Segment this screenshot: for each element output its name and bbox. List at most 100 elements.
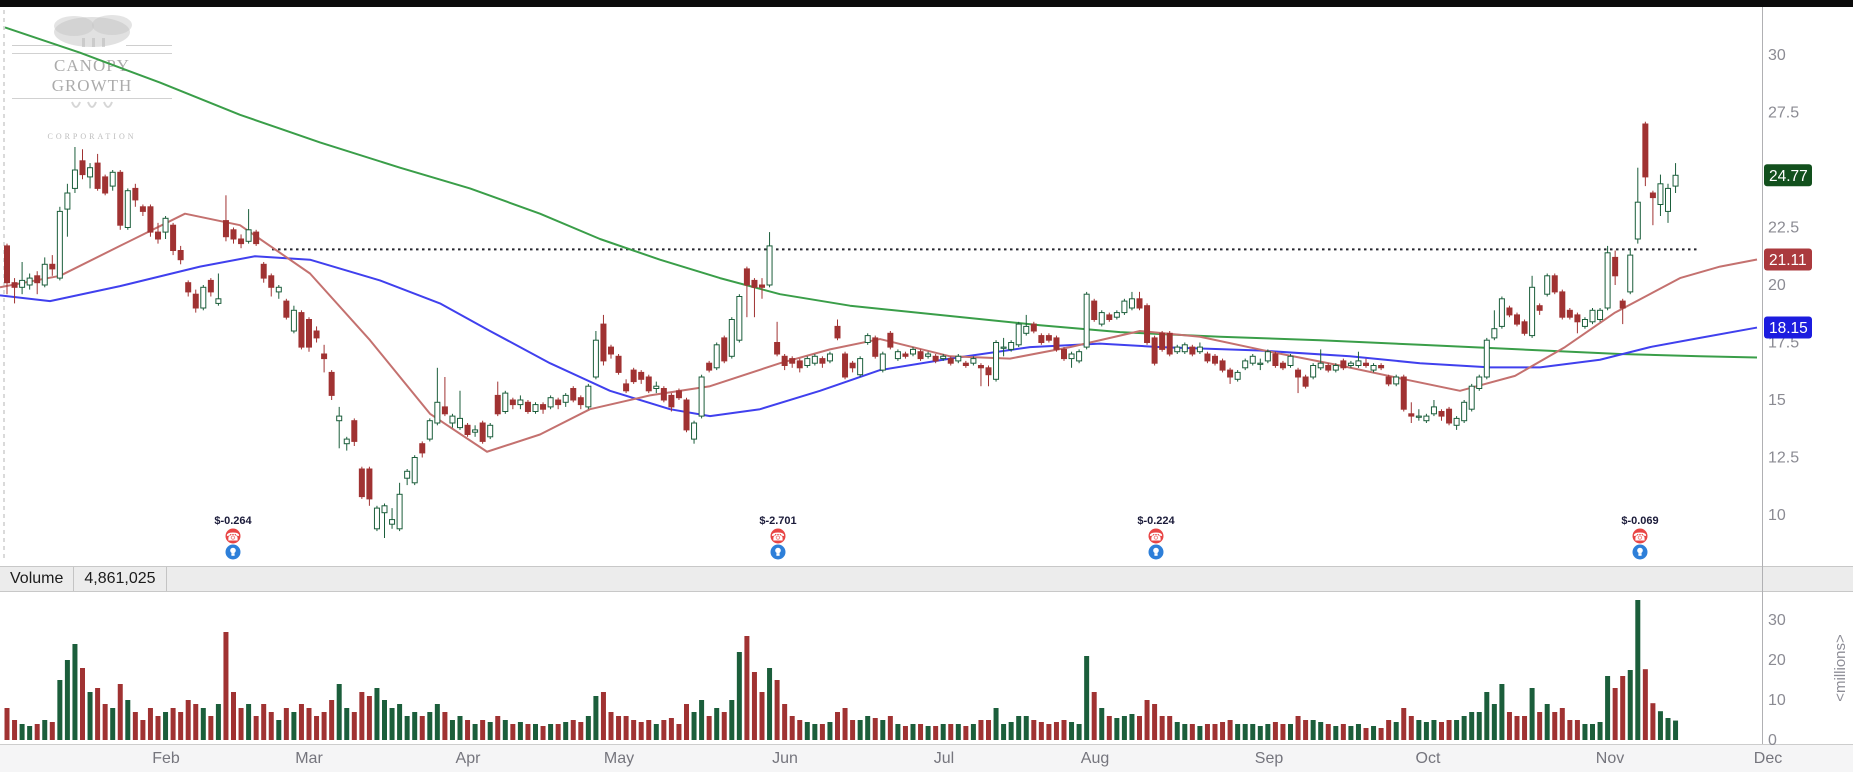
volume-bar	[1393, 722, 1399, 740]
month-label-oct[interactable]: Oct	[1416, 750, 1441, 767]
candle-body	[351, 420, 358, 442]
candle-body	[1053, 337, 1060, 350]
candle-body	[1483, 339, 1490, 378]
candle-body	[1212, 355, 1218, 364]
volume-bar	[699, 700, 705, 740]
volume-bar	[963, 726, 969, 740]
candle-body	[562, 394, 569, 403]
chart-canvas[interactable]: $-0.264 ☎ $-2.701 ☎ $-0.224 ☎ $-0.069 ☎ 30 27.5 22…	[0, 0, 1853, 772]
volume-bar	[1303, 720, 1309, 740]
candle-body	[1038, 335, 1045, 344]
candle-body	[41, 263, 48, 286]
candle-body	[706, 362, 713, 371]
candle-body	[1589, 309, 1596, 323]
candle-body	[879, 353, 886, 371]
volume-bar	[359, 692, 365, 740]
candle-body	[925, 353, 932, 357]
candle-body	[721, 337, 728, 362]
candle-body	[1068, 353, 1075, 360]
volume-bar	[1016, 716, 1022, 740]
volume-bar	[955, 724, 961, 740]
candle-body	[864, 335, 871, 344]
candle-body	[1144, 305, 1151, 344]
candle-body	[1649, 192, 1656, 199]
volume-bar	[812, 724, 818, 740]
candle-body	[306, 319, 312, 348]
price-tick-label: 22.5	[1768, 220, 1799, 237]
candle-body	[1657, 183, 1664, 206]
candle-body	[1045, 335, 1052, 341]
volume-bar	[850, 720, 856, 740]
earnings-amount-label: $-0.264	[214, 515, 252, 527]
candle-body	[56, 210, 63, 279]
volume-bar	[1552, 712, 1558, 740]
candle-body	[1234, 371, 1241, 380]
price-tick-label: 20	[1768, 277, 1786, 294]
month-label-sep[interactable]: Sep	[1255, 750, 1284, 767]
candle-body	[1279, 362, 1286, 369]
candle-body	[932, 355, 939, 362]
candle-body	[1430, 406, 1437, 415]
month-label-nov[interactable]: Nov	[1596, 750, 1624, 767]
volume-bar	[57, 680, 63, 740]
volume-bar	[457, 716, 463, 740]
volume-bar	[253, 716, 259, 740]
candle-body	[87, 167, 94, 178]
volume-bar	[578, 722, 584, 740]
volume-bar	[872, 718, 878, 740]
volume-bar	[880, 720, 886, 740]
candle-body	[411, 457, 418, 484]
volume-bar	[918, 724, 924, 740]
month-label-jul[interactable]: Jul	[934, 750, 954, 767]
candle-body	[668, 394, 675, 408]
candle-body	[1219, 360, 1226, 371]
candle-body	[192, 293, 199, 309]
volume-bar	[49, 722, 55, 740]
candle-body	[600, 323, 607, 362]
volume-bar	[887, 716, 893, 740]
volume-bar	[397, 704, 403, 740]
candle-body	[1136, 298, 1143, 309]
volume-bar	[147, 708, 153, 740]
volume-bar	[480, 720, 486, 740]
month-label-may[interactable]: May	[604, 750, 634, 767]
volume-bar	[1069, 722, 1075, 740]
candle-body	[139, 206, 146, 212]
candle-body	[728, 319, 735, 357]
candle-body	[464, 424, 471, 435]
volume-bar	[1121, 716, 1127, 740]
volume-bar	[1046, 724, 1052, 740]
month-label-mar[interactable]: Mar	[295, 750, 323, 767]
month-label-dec[interactable]: Dec	[1754, 750, 1782, 767]
candle-body	[743, 268, 750, 286]
volume-bar	[1355, 724, 1361, 740]
volume-bar	[64, 660, 70, 740]
volume-bar	[691, 712, 697, 740]
candle-body	[343, 438, 350, 445]
price-tick-label: 27.5	[1768, 105, 1799, 122]
volume-bar	[1114, 718, 1120, 740]
volume-bar	[661, 720, 667, 740]
candle-body	[811, 355, 818, 364]
volume-bar	[940, 724, 946, 740]
candle-body	[1665, 187, 1671, 212]
candle-body	[962, 362, 969, 367]
month-label-feb[interactable]: Feb	[152, 750, 180, 767]
month-label-jun[interactable]: Jun	[772, 750, 798, 767]
volume-bar	[1499, 684, 1505, 740]
candle-body	[940, 355, 947, 360]
month-label-aug[interactable]: Aug	[1081, 750, 1109, 767]
volume-bar	[759, 692, 765, 740]
volume-bar	[684, 704, 689, 740]
candle-body	[1604, 252, 1611, 309]
volume-bar	[314, 716, 320, 740]
volume-bar	[1620, 676, 1626, 740]
month-label-apr[interactable]: Apr	[456, 750, 482, 767]
candle-body	[1453, 417, 1460, 426]
volume-bar	[268, 712, 274, 740]
candle-body	[132, 187, 139, 201]
candle-body	[441, 406, 448, 415]
volume-bar	[548, 724, 554, 740]
candle-body	[577, 397, 584, 406]
volume-bar	[1197, 726, 1203, 740]
